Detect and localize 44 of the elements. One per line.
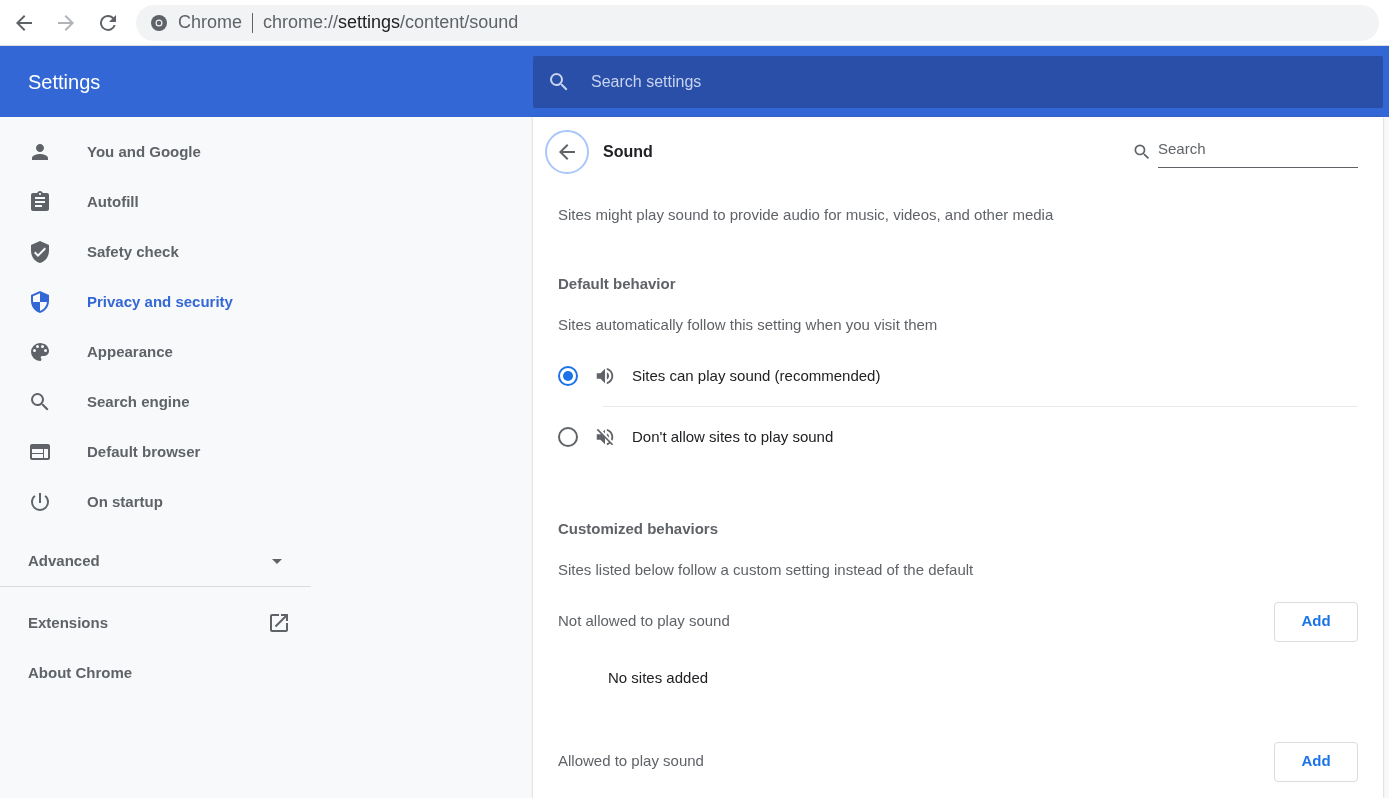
separator (252, 12, 254, 33)
muted-speaker-icon (594, 426, 616, 448)
page-title: Sound (603, 142, 654, 162)
radio-button[interactable] (558, 366, 578, 386)
settings-title: Settings (27, 69, 102, 94)
sidebar-link[interactable]: Extensions (0, 598, 311, 648)
section-heading: Default behavior (558, 274, 677, 293)
sidebar-item[interactable]: You and Google (0, 127, 311, 177)
description: Sites listed below follow a custom setting instead of the default (558, 560, 975, 580)
list-title: Allowed to play sound (558, 751, 704, 772)
section-heading: Customized behaviors (558, 520, 720, 538)
sidebar-item[interactable]: On startup (0, 477, 311, 527)
shield-check-icon (28, 240, 52, 264)
advanced-toggle[interactable]: Advanced (0, 537, 311, 587)
address-bar[interactable]: Chrome chrome://settings/content/sound (136, 4, 1379, 41)
sidebar-item[interactable]: Privacy and security (0, 277, 311, 327)
sidebar-item[interactable]: Search engine (0, 377, 311, 427)
radio-button[interactable] (558, 427, 578, 447)
list-title: Not allowed to play sound (558, 611, 730, 632)
url-text: chrome://settings/content/sound (263, 11, 519, 34)
search-icon (1132, 142, 1152, 162)
caret-icon (272, 559, 282, 564)
chrome-logo-icon (150, 13, 168, 32)
search-settings-bar[interactable]: Search settings (533, 55, 1383, 108)
sidebar-item[interactable]: Appearance (0, 327, 311, 377)
power-icon (28, 490, 52, 514)
description: Sites might play sound to provide audio for music, videos, and other media (558, 205, 1055, 225)
option-label: Don't allow sites to play sound (632, 426, 834, 447)
add-button[interactable]: Add (1274, 601, 1358, 642)
search-settings-field[interactable]: Search settings (589, 68, 1369, 95)
site-label: Chrome (178, 11, 243, 34)
speaker-icon (594, 365, 616, 387)
palette-icon (28, 340, 52, 364)
description: Sites automatically follow this setting when you visit them (558, 314, 939, 335)
shield-icon (28, 290, 52, 314)
clipboard-icon (28, 190, 52, 214)
sidebar-item[interactable]: Default browser (0, 427, 311, 477)
add-button[interactable]: Add (1274, 741, 1358, 782)
sidebar-link[interactable]: About Chrome (0, 648, 311, 698)
sidebar-item[interactable]: Safety check (0, 227, 311, 277)
sidebar-item[interactable]: Autofill (0, 177, 311, 227)
back-button[interactable] (545, 130, 589, 174)
option-label: Sites can play sound (recommended) (632, 365, 881, 386)
empty-message: No sites added (608, 668, 709, 689)
